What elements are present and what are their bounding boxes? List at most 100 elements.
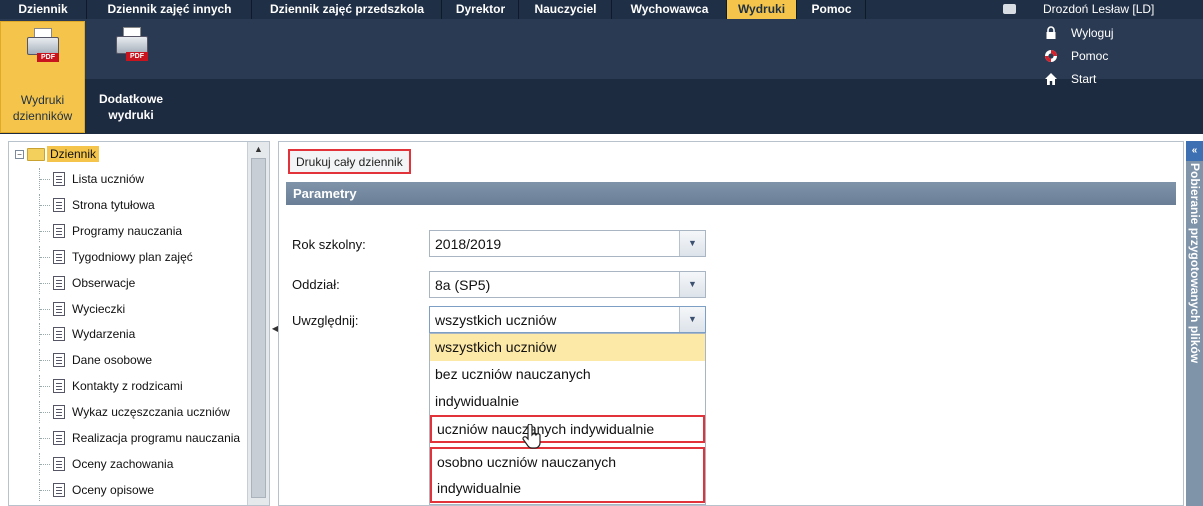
downloads-panel-label: Pobieranie przygotowanych plików [1188,163,1202,364]
tree-item-label: Oceny zachowania [72,456,174,471]
include-value: wszystkich uczniów [435,312,557,328]
school-year-value: 2018/2019 [435,236,502,252]
ribbon-label-line: Dodatkowe [98,92,163,106]
tree-item-label: Kontakty z rodzicami [72,379,183,394]
tree-item-label: Oceny opisowe [72,482,155,497]
document-icon [53,301,65,316]
document-icon [53,456,65,471]
document-icon [53,327,65,342]
parameters-header: Parametry [286,182,1176,205]
tree-item-label: Wykaz uczęszczania uczniów [72,405,230,420]
additional-prints-button[interactable]: PDF Dodatkowe wydruki [88,21,174,133]
tree-item[interactable]: Programy nauczania [9,219,249,242]
pdf-printer-icon: PDF [27,28,59,64]
chevron-down-icon[interactable]: ▼ [679,231,705,256]
logout-label: Wyloguj [1071,26,1114,40]
ribbon-label-line: wydruki [108,108,154,122]
tree-item[interactable]: Oceny opisowe [9,478,249,501]
downloads-side-panel[interactable]: « Pobieranie przygotowanych plików [1186,141,1203,506]
ribbon-label-line: dzienników [12,109,73,123]
chat-icon[interactable] [1003,4,1016,14]
tree-item[interactable]: Lista uczniów [9,168,249,190]
scroll-up-icon[interactable]: ▲ [248,142,269,156]
class-select[interactable]: 8a (SP5) ▼ [429,271,706,298]
tree-item[interactable]: Realizacja programu nauczania [9,427,249,449]
tree-item[interactable]: Wycieczki [9,297,249,320]
document-icon [53,482,65,497]
tree-item-label: Tygodniowy plan zajęć [72,249,193,264]
tab-wydruki[interactable]: Wydruki [727,0,797,19]
document-icon [53,249,65,264]
class-value: 8a (SP5) [435,277,491,293]
tree-item-label: Wydarzenia [72,327,136,342]
tree-item[interactable]: Wydarzenia [9,323,249,346]
option-line: indywidualnie [437,480,522,496]
include-dropdown-list: wszystkich uczniów bez uczniów nauczanyc… [429,333,706,505]
dropdown-option-all[interactable]: wszystkich uczniów [430,334,705,361]
tree-item-label: Obserwacje [72,275,136,290]
folder-icon [27,148,45,161]
print-whole-journal-button[interactable]: Drukuj cały dziennik [288,149,411,174]
tree-item-label: Strona tytułowa [72,197,155,212]
dropdown-option-without-individual[interactable]: bez uczniów nauczanych indywidualnie [430,361,705,415]
tab-dziennik-zajec-przedszkola[interactable]: Dziennik zajęć przedszkola [253,0,442,19]
tree-root-label: Dziennik [47,146,100,162]
print-journals-button[interactable]: PDF Wydruki dzienników [0,21,85,133]
tab-dziennik[interactable]: Dziennik [0,0,87,19]
ribbon-label-line: Wydruki [20,93,65,107]
tree-item[interactable]: Strona tytułowa [9,193,249,216]
tree-item-label: Realizacja programu nauczania [72,431,241,445]
document-icon [53,223,65,238]
expand-panel-icon[interactable]: « [1186,141,1203,161]
option-line: indywidualnie [435,393,520,409]
ribbon-button-label: Dodatkowe wydruki [88,91,174,123]
tab-nauczyciel[interactable]: Nauczyciel [520,0,612,19]
include-label: Uwzględnij: [292,313,359,328]
tree-item[interactable]: Wykaz uczęszczania uczniów [9,401,249,424]
tree-item-label: Wycieczki [72,301,126,316]
school-year-select[interactable]: 2018/2019 ▼ [429,230,706,257]
tab-pomoc[interactable]: Pomoc [798,0,866,19]
dropdown-option-separately-individual[interactable]: osobno uczniów nauczanych indywidualnie [430,447,705,503]
pdf-printer-icon: PDF [116,27,148,63]
pdf-badge: PDF [37,53,59,62]
tab-dziennik-zajec-innych[interactable]: Dziennik zajęć innych [88,0,252,19]
ribbon: PDF Wydruki dzienników PDF Dodatkowe wyd… [0,19,1203,134]
option-line: bez uczniów nauczanych [435,366,591,382]
start-label: Start [1071,72,1097,86]
tree-item-label: Programy nauczania [72,223,183,238]
tree-item[interactable]: Dane osobowe [9,349,249,372]
lifebuoy-icon [1045,50,1057,62]
document-icon [53,405,65,420]
tree-item[interactable]: Kontakty z rodzicami [9,375,249,398]
tab-wychowawca[interactable]: Wychowawca [613,0,727,19]
tree-item-label: Lista uczniów [72,172,145,186]
document-icon [53,431,65,445]
tree-scrollbar[interactable]: ▲ [247,142,269,505]
school-year-label: Rok szkolny: [292,237,366,252]
hand-cursor-icon [522,424,541,449]
tree-item[interactable]: Obserwacje [9,271,249,294]
scrollbar-thumb[interactable] [251,158,266,498]
document-icon [53,379,65,394]
home-icon [1045,73,1057,85]
lock-icon [1046,26,1056,39]
dropdown-option-individual-only[interactable]: uczniów nauczanych indywidualnie [430,415,705,443]
tab-dyrektor[interactable]: Dyrektor [443,0,519,19]
document-icon [53,197,65,212]
collapse-icon[interactable]: − [15,150,24,159]
journal-tree-panel: − Dziennik Lista uczniów Strona tytułowa P… [8,141,270,506]
include-select[interactable]: wszystkich uczniów ▼ [429,306,706,333]
document-icon [53,172,65,186]
help-label: Pomoc [1071,49,1109,63]
chevron-down-icon[interactable]: ▼ [679,272,705,297]
pdf-badge: PDF [126,52,148,61]
chevron-down-icon[interactable]: ▼ [679,307,705,332]
top-navigation: Dziennik Dziennik zajęć innych Dziennik … [0,0,1203,19]
class-label: Oddział: [292,277,340,292]
main-panel: Drukuj cały dziennik Parametry Rok szkol… [278,141,1184,506]
document-icon [53,275,65,290]
tree-item[interactable]: Oceny zachowania [9,452,249,475]
user-name: Drozdoń Lesław [LD] [1043,2,1155,16]
tree-item[interactable]: Tygodniowy plan zajęć [9,245,249,268]
